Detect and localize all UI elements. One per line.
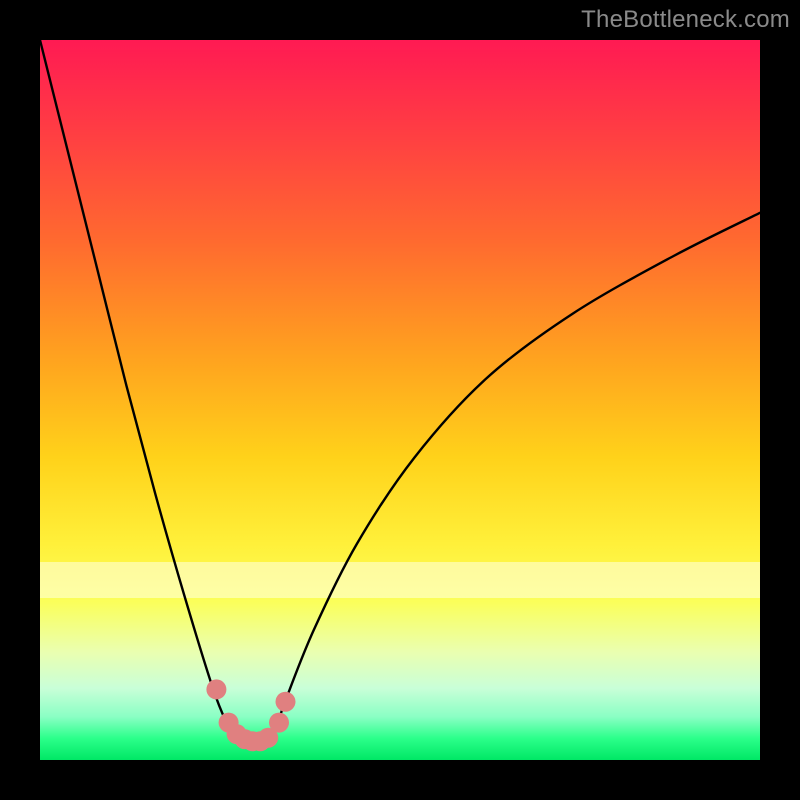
dip-markers <box>206 679 295 751</box>
dip-dot <box>276 692 296 712</box>
dip-dot <box>206 679 226 699</box>
bottleneck-curve <box>40 40 760 742</box>
plot-area <box>40 40 760 760</box>
watermark-text: TheBottleneck.com <box>581 6 790 34</box>
chart-frame: TheBottleneck.com <box>0 0 800 800</box>
dip-dot <box>269 713 289 733</box>
curve-svg <box>40 40 760 760</box>
